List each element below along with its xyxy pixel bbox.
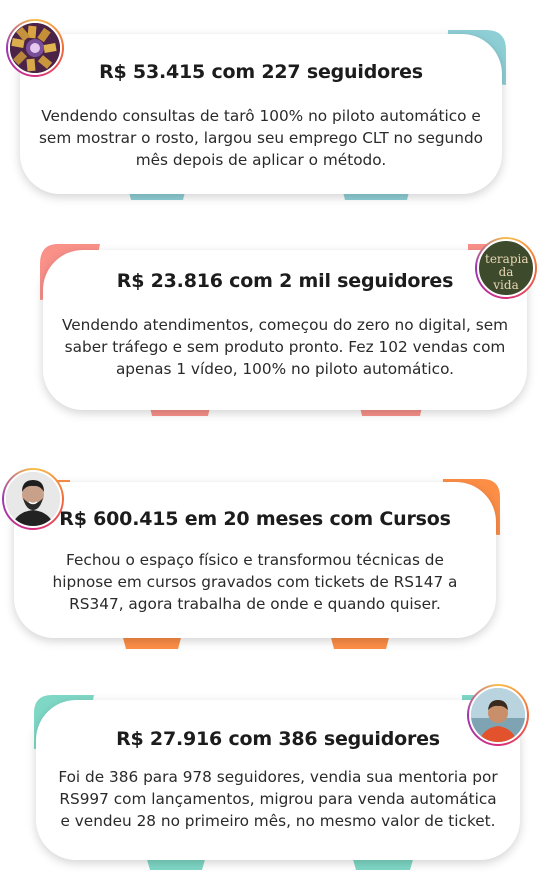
man-outdoor-avatar	[467, 684, 529, 746]
testimonial-2: R$ 23.816 com 2 mil seguidores Vendendo …	[0, 228, 540, 428]
testimonial-description: Fechou o espaço físico e transformou téc…	[52, 551, 458, 613]
testimonial-3: R$ 600.415 em 20 meses com Cursos Fechou…	[0, 462, 540, 662]
testimonial-card: R$ 27.916 com 386 seguidores Foi de 386 …	[36, 700, 520, 860]
testimonial-title: R$ 27.916 com 386 seguidores	[116, 728, 440, 750]
logo-text: terapia da vida	[485, 252, 529, 292]
tarot-cards-avatar	[6, 19, 64, 77]
testimonial-description: Foi de 386 para 978 seguidores, vendia s…	[58, 768, 498, 830]
testimonial-card: R$ 53.415 com 227 seguidores Vendendo co…	[20, 34, 502, 194]
testimonial-card: R$ 23.816 com 2 mil seguidores Vendendo …	[43, 250, 527, 410]
terapia-da-vida-logo: terapia da vida	[475, 237, 537, 299]
testimonial-description: Vendendo atendimentos, começou do zero n…	[61, 316, 509, 378]
testimonial-1: R$ 53.415 com 227 seguidores Vendendo co…	[0, 0, 540, 210]
testimonial-description: Vendendo consultas de tarô 100% no pilot…	[38, 107, 484, 169]
bearded-man-avatar	[2, 468, 64, 530]
testimonial-title: R$ 600.415 em 20 meses com Cursos	[59, 508, 451, 530]
testimonial-title: R$ 23.816 com 2 mil seguidores	[116, 270, 454, 292]
testimonial-4: R$ 27.916 com 386 seguidores Foi de 386 …	[0, 680, 540, 888]
testimonial-title: R$ 53.415 com 227 seguidores	[99, 61, 423, 83]
testimonial-card: R$ 600.415 em 20 meses com Cursos Fechou…	[14, 482, 496, 638]
